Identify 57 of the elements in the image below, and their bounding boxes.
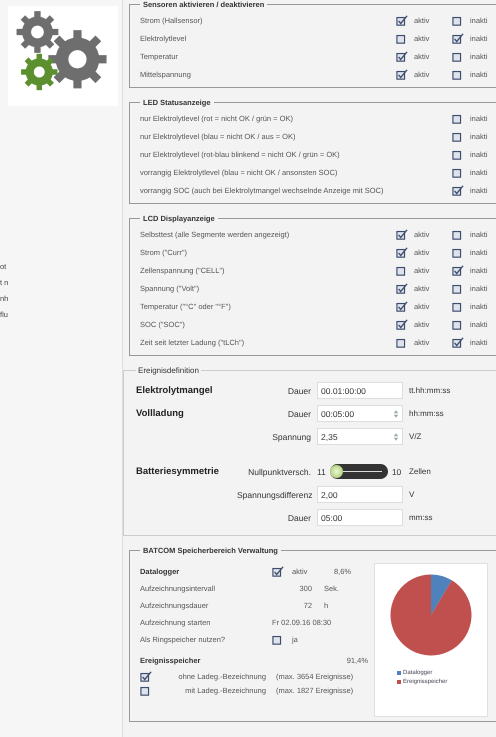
checkbox[interactable] <box>396 318 408 330</box>
unit-label: mm:ss <box>409 513 434 522</box>
legend-swatch <box>397 670 401 674</box>
checkbox[interactable] <box>452 246 464 258</box>
input-field[interactable]: 00:05:00 <box>317 405 403 422</box>
field-label: Spannung <box>271 432 311 442</box>
checkbox[interactable] <box>396 246 408 258</box>
checkbox[interactable] <box>452 336 464 348</box>
field-label: Nullpunktversch. <box>247 466 311 476</box>
checkbox[interactable] <box>396 228 408 240</box>
checkbox[interactable] <box>452 68 464 80</box>
checkbox[interactable] <box>452 318 464 330</box>
toggle-slider[interactable] <box>330 464 388 479</box>
checkbox[interactable] <box>272 634 284 645</box>
unit-label: tt.hh:mm:ss <box>409 386 452 395</box>
group-title: Ereignisdefinition <box>137 366 200 375</box>
checkbox[interactable] <box>452 112 464 124</box>
checkbox[interactable] <box>452 166 464 178</box>
event-heading: Elektrolytmangel <box>136 385 214 396</box>
legend-swatch <box>397 680 401 684</box>
input-field[interactable]: 2,35 <box>317 428 403 445</box>
slider-min-label: 11 <box>317 466 326 476</box>
checkbox[interactable] <box>396 264 408 276</box>
checkbox[interactable] <box>396 50 408 62</box>
checkbox[interactable] <box>396 14 408 26</box>
checkbox[interactable] <box>452 282 464 294</box>
checkbox[interactable] <box>452 130 464 142</box>
event-heading: Vollladung <box>136 408 185 419</box>
checkbox[interactable] <box>452 184 464 196</box>
event-heading: Batteriesymmetrie <box>136 466 220 477</box>
field-label: Dauer <box>286 512 311 522</box>
unit-label: V/Z <box>409 432 422 441</box>
checkbox[interactable] <box>140 684 152 696</box>
checkbox[interactable] <box>452 32 464 44</box>
field-label: Dauer <box>286 408 311 418</box>
checkbox[interactable] <box>452 14 464 26</box>
checkbox[interactable] <box>396 32 408 44</box>
checkbox[interactable] <box>140 670 152 682</box>
input-field[interactable]: 00.01:00:00 <box>317 382 403 399</box>
field-label: Dauer <box>286 386 311 396</box>
checkbox[interactable] <box>452 228 464 240</box>
checkbox[interactable] <box>396 336 408 348</box>
checkbox[interactable] <box>452 148 464 160</box>
checkbox[interactable] <box>396 68 408 80</box>
checkbox[interactable] <box>272 566 284 577</box>
input-field[interactable]: 05:00 <box>317 509 403 526</box>
checkbox[interactable] <box>396 300 408 312</box>
field-label: Spannungsdifferenz <box>237 490 311 500</box>
unit-label: Zellen <box>409 467 432 476</box>
checkbox[interactable] <box>452 264 464 276</box>
input-field[interactable]: 2,00 <box>317 486 403 503</box>
slider-max-label: 10 <box>392 466 402 476</box>
unit-label: hh:mm:ss <box>409 409 445 418</box>
checkbox[interactable] <box>396 282 408 294</box>
unit-label: V <box>409 490 416 499</box>
checkbox[interactable] <box>452 50 464 62</box>
checkbox[interactable] <box>452 300 464 312</box>
